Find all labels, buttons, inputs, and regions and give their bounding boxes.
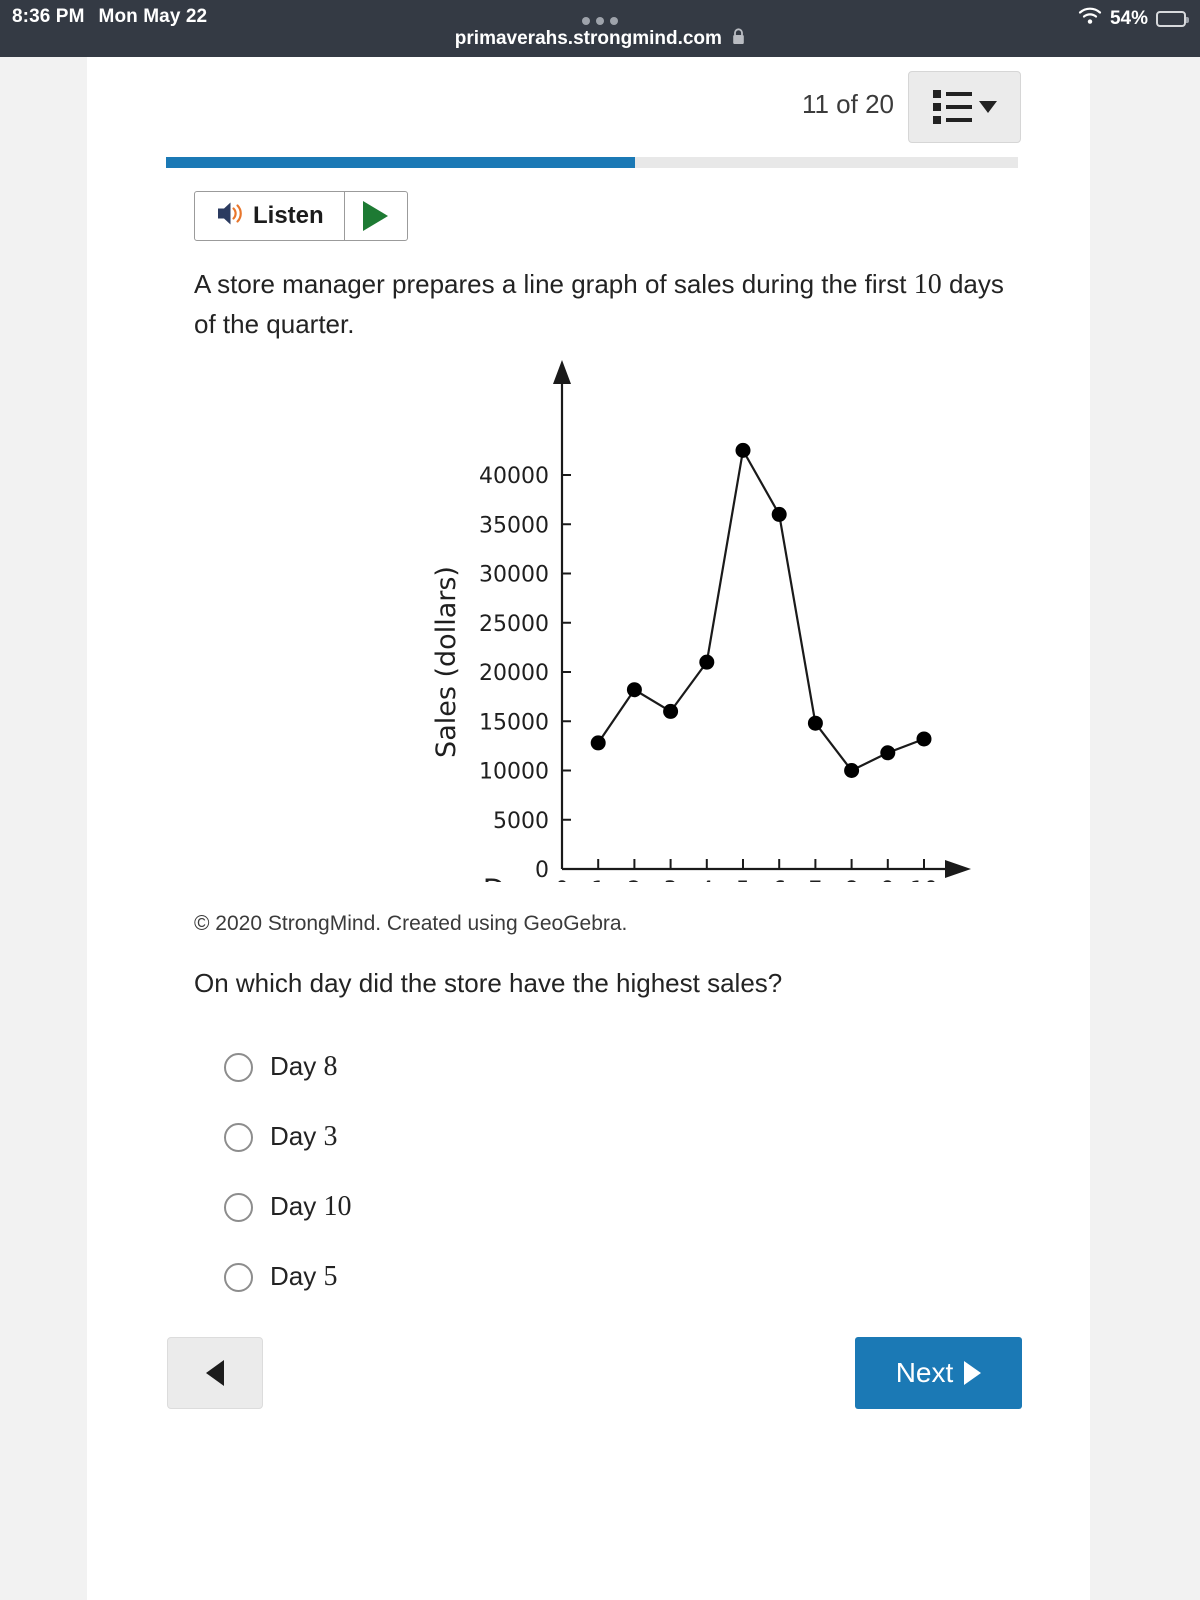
data-point-marker: [916, 731, 932, 747]
next-triangle-icon: [964, 1361, 982, 1385]
y-axis-title: Sales (dollars): [431, 566, 462, 758]
page-url: primaverahs.strongmind.com: [454, 28, 722, 49]
data-point-marker: [844, 763, 860, 778]
radio-button[interactable]: [224, 1052, 253, 1082]
sales-line-graph: 0 5000 10000 15000 20000 25000 30000 35000 40000…: [431, 360, 971, 882]
question-list-dropdown-button[interactable]: [908, 71, 1021, 143]
x-axis-tick-label: 1: [591, 878, 605, 882]
stem-text-before: A store manager prepares a line graph of…: [194, 269, 914, 299]
progress-bar-fill: [166, 157, 635, 168]
address-bar[interactable]: primaverahs.strongmind.com: [0, 28, 1200, 51]
next-button-label: Next: [895, 1357, 954, 1388]
answer-option-number: 5: [323, 1261, 338, 1292]
listen-toolbar: Listen: [194, 191, 408, 241]
status-bar-right: 54%: [1078, 7, 1189, 31]
wifi-icon: [1078, 7, 1102, 31]
chart-attribution: © 2020 StrongMind. Created using GeoGebr…: [194, 912, 628, 935]
x-axis-tick-label: 0: [555, 878, 569, 882]
y-axis-tick-label: 30000: [479, 563, 549, 588]
list-dropdown-icon: [932, 90, 972, 124]
chevron-down-icon: [978, 101, 997, 113]
answer-option-label: Day 8: [270, 1051, 338, 1082]
y-axis-tick-label: 20000: [479, 661, 549, 686]
radio-button[interactable]: [224, 1262, 253, 1292]
answer-option[interactable]: Day 3: [224, 1102, 924, 1172]
listen-button-label: Listen: [253, 202, 324, 229]
answer-option-label: Day 3: [270, 1121, 338, 1152]
x-axis-tick-label: 6: [772, 878, 786, 882]
previous-triangle-icon: [206, 1360, 224, 1386]
x-axis-tick-label: 3: [664, 878, 678, 882]
data-point-marker: [699, 654, 715, 670]
tab-overview-dots-icon[interactable]: [0, 10, 1200, 29]
previous-button[interactable]: [167, 1337, 263, 1409]
battery-percent-label: 54%: [1109, 8, 1148, 29]
stem-number: 10: [913, 269, 942, 300]
data-point-marker: [771, 506, 787, 522]
data-point-marker: [626, 682, 642, 698]
x-axis-tick-label: 7: [808, 878, 822, 882]
question-prompt: On which day did the store have the high…: [194, 968, 783, 998]
y-axis-tick-label: 35000: [479, 513, 549, 538]
answer-options: Day 8 Day 3 Day 10 Day 5: [224, 1032, 924, 1312]
listen-button[interactable]: Listen: [195, 192, 345, 240]
x-axis-tick-label: 4: [700, 878, 714, 882]
question-counter: 11 of 20: [801, 89, 894, 119]
answer-option[interactable]: Day 10: [224, 1172, 924, 1242]
y-axis-tick-label: 10000: [479, 760, 549, 785]
x-axis-tick-label: 10: [910, 878, 938, 882]
radio-button[interactable]: [224, 1122, 253, 1152]
question-stem: A store manager prepares a line graph of…: [194, 265, 1024, 343]
x-axis-title: Day: [483, 873, 540, 882]
data-point-marker: [735, 442, 751, 458]
lesson-page: 11 of 20 Listen A store manager prepares…: [87, 57, 1090, 1600]
answer-option-label: Day 10: [270, 1191, 352, 1222]
x-axis-tick-label: 2: [627, 878, 641, 882]
answer-option-number: 10: [323, 1191, 352, 1222]
x-axis-tick-label: 8: [845, 878, 859, 882]
data-point-marker: [663, 703, 679, 719]
data-point-marker: [590, 735, 606, 751]
x-axis-tick-label: 5: [736, 878, 750, 882]
answer-option-number: 3: [323, 1121, 338, 1152]
x-axis-tick-label: 9: [881, 878, 895, 882]
data-point-marker: [807, 715, 823, 731]
y-axis-tick-label: 5000: [493, 809, 549, 834]
play-triangle-icon: [363, 201, 389, 231]
y-axis-tick-label: 25000: [479, 612, 549, 637]
ios-status-bar: 8:36 PM Mon May 22 primaverahs.strongmin…: [0, 0, 1200, 57]
y-axis-tick-label: 40000: [479, 464, 549, 489]
page-header: 11 of 20: [87, 57, 1090, 152]
line-chart: 0 5000 10000 15000 20000 25000 30000 35000 40000…: [87, 352, 1090, 882]
data-point-marker: [880, 745, 896, 761]
chart-line: [597, 449, 925, 772]
answer-option[interactable]: Day 5: [224, 1242, 924, 1312]
y-axis-tick-label: 15000: [479, 710, 549, 735]
answer-option-label: Day 5: [270, 1261, 338, 1292]
speaker-sound-icon: [211, 200, 244, 232]
next-button[interactable]: Next: [855, 1337, 1022, 1409]
listen-play-button[interactable]: [345, 192, 407, 240]
lock-icon: [732, 28, 745, 51]
answer-option[interactable]: Day 8: [224, 1032, 924, 1102]
answer-option-number: 8: [323, 1051, 338, 1082]
radio-button[interactable]: [224, 1192, 253, 1222]
progress-bar: [166, 157, 1018, 168]
battery-icon: [1156, 11, 1189, 27]
